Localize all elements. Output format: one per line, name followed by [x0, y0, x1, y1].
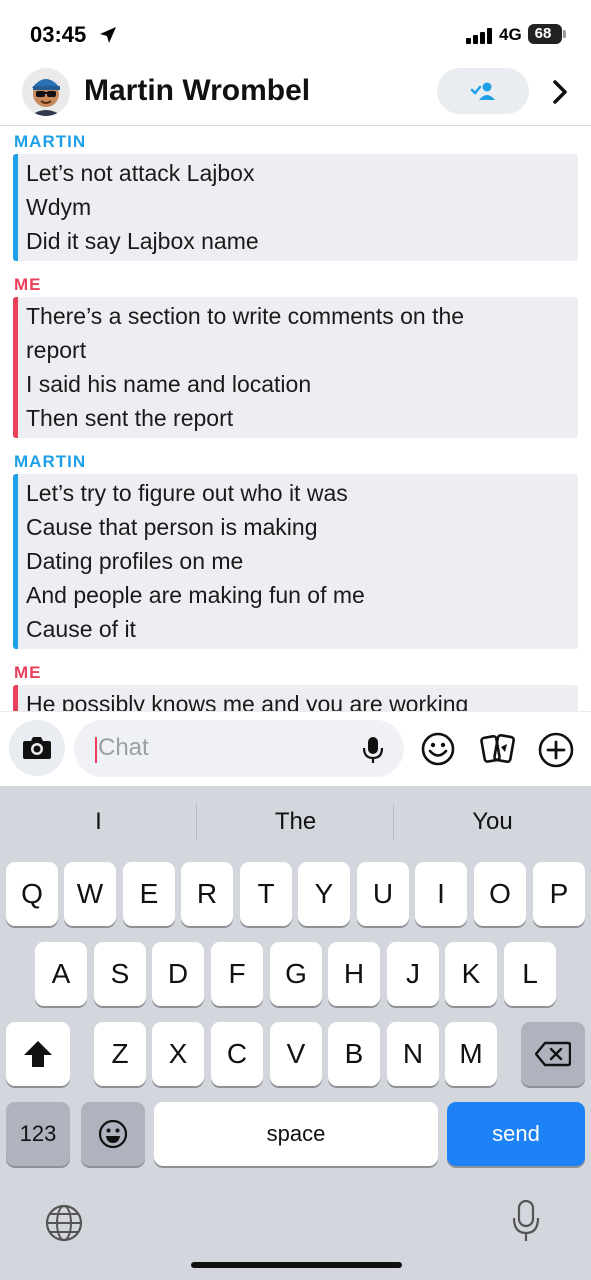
- key-s[interactable]: S: [94, 942, 146, 1006]
- key-k[interactable]: K: [445, 942, 497, 1006]
- message-group: ME He possibly knows me and you are work…: [0, 660, 591, 711]
- send-key[interactable]: send: [447, 1102, 585, 1166]
- suggestion-item[interactable]: The: [197, 786, 394, 856]
- status-time: 03:45: [30, 22, 87, 47]
- contact-name[interactable]: Martin Wrombel: [84, 74, 310, 108]
- message-bubble[interactable]: There’s a section to write comments on t…: [13, 297, 578, 438]
- text-cursor: [95, 737, 97, 763]
- key-v[interactable]: V: [270, 1022, 322, 1086]
- message-bubble[interactable]: Let’s try to figure out who it was Cause…: [13, 474, 578, 649]
- camera-icon: [23, 737, 51, 759]
- message-text: I said his name and location: [26, 371, 312, 397]
- key-z[interactable]: Z: [94, 1022, 146, 1086]
- message-group: MARTIN Let’s try to figure out who it wa…: [0, 449, 591, 649]
- shift-icon: [24, 1041, 52, 1067]
- battery-icon: 68: [528, 24, 562, 44]
- key-c[interactable]: C: [211, 1022, 263, 1086]
- message-bubble[interactable]: He possibly knows me and you are working: [13, 685, 578, 711]
- add-friend-button[interactable]: [437, 68, 529, 114]
- chat-placeholder: Chat: [98, 734, 149, 761]
- stickers-cards-icon[interactable]: [480, 732, 516, 766]
- battery-level: 68: [534, 25, 552, 42]
- key-y[interactable]: Y: [298, 862, 350, 926]
- message-text: Dating profiles on me: [26, 548, 244, 574]
- key-g[interactable]: G: [270, 942, 322, 1006]
- chat-input-bar: Chat: [0, 711, 591, 786]
- chat-header: Martin Wrombel: [0, 62, 591, 126]
- message-text: Did it say Lajbox name: [26, 228, 259, 254]
- key-q[interactable]: Q: [6, 862, 58, 926]
- message-text: Then sent the report: [26, 405, 234, 431]
- message-text: Cause of it: [26, 616, 136, 642]
- microphone-icon[interactable]: [362, 736, 384, 764]
- avatar[interactable]: [22, 68, 70, 116]
- bitmoji-icon: [30, 79, 62, 116]
- cellular-signal-icon: [466, 28, 494, 44]
- key-h[interactable]: H: [328, 942, 380, 1006]
- key-r[interactable]: R: [181, 862, 233, 926]
- sender-label: ME: [14, 275, 42, 294]
- key-p[interactable]: P: [533, 862, 585, 926]
- message-text: There’s a section to write comments on t…: [26, 303, 465, 329]
- emoji-key[interactable]: [81, 1102, 145, 1166]
- key-d[interactable]: D: [152, 942, 204, 1006]
- message-text: And people are making fun of me: [26, 582, 365, 608]
- network-type: 4G: [499, 25, 522, 44]
- message-text: report: [26, 337, 87, 363]
- key-j[interactable]: J: [387, 942, 439, 1006]
- shift-key[interactable]: [6, 1022, 70, 1086]
- message-group: ME There’s a section to write comments o…: [0, 272, 591, 438]
- emoji-keyboard-icon: [98, 1119, 128, 1149]
- key-t[interactable]: T: [240, 862, 292, 926]
- location-arrow-icon: [100, 27, 116, 43]
- emoji-icon[interactable]: [421, 732, 455, 766]
- status-bar: 03:45 4G 68: [0, 0, 591, 62]
- backspace-icon: [535, 1041, 571, 1067]
- key-n[interactable]: N: [387, 1022, 439, 1086]
- suggestion-item[interactable]: I: [0, 786, 197, 856]
- key-l[interactable]: L: [504, 942, 556, 1006]
- chat-input[interactable]: Chat: [74, 720, 404, 777]
- space-key[interactable]: space: [154, 1102, 438, 1166]
- key-f[interactable]: F: [211, 942, 263, 1006]
- message-text: He possibly knows me and you are working: [26, 691, 469, 711]
- message-text: Let’s not attack Lajbox: [26, 160, 255, 186]
- keyboard: I The You Q W E R T Y U I O P A S D F G …: [0, 786, 591, 1280]
- key-o[interactable]: O: [474, 862, 526, 926]
- suggestion-bar: I The You: [0, 786, 591, 856]
- key-i[interactable]: I: [415, 862, 467, 926]
- key-b[interactable]: B: [328, 1022, 380, 1086]
- message-bubble[interactable]: Let’s not attack Lajbox Wdym Did it say …: [13, 154, 578, 261]
- sender-label: MARTIN: [14, 132, 87, 151]
- key-x[interactable]: X: [152, 1022, 204, 1086]
- key-u[interactable]: U: [357, 862, 409, 926]
- key-m[interactable]: M: [445, 1022, 497, 1086]
- add-friend-icon: [470, 82, 495, 100]
- camera-button[interactable]: [9, 720, 65, 776]
- message-group: MARTIN Let’s not attack Lajbox Wdym Did …: [0, 129, 591, 261]
- numbers-key[interactable]: 123: [6, 1102, 70, 1166]
- dictation-microphone-icon[interactable]: [511, 1199, 541, 1245]
- home-indicator[interactable]: [191, 1262, 402, 1268]
- sender-label: MARTIN: [14, 452, 87, 471]
- add-plus-icon[interactable]: [538, 732, 574, 768]
- chevron-right-icon[interactable]: [546, 77, 574, 107]
- suggestion-item[interactable]: You: [394, 786, 591, 856]
- message-text: Let’s try to figure out who it was: [26, 480, 348, 506]
- sender-label: ME: [14, 663, 42, 682]
- key-e[interactable]: E: [123, 862, 175, 926]
- delete-key[interactable]: [521, 1022, 585, 1086]
- globe-icon[interactable]: [44, 1203, 84, 1243]
- key-w[interactable]: W: [64, 862, 116, 926]
- message-text: Wdym: [26, 194, 92, 220]
- message-list[interactable]: MARTIN Let’s not attack Lajbox Wdym Did …: [0, 126, 591, 711]
- battery-cap: [563, 30, 566, 38]
- key-a[interactable]: A: [35, 942, 87, 1006]
- message-text: Cause that person is making: [26, 514, 318, 540]
